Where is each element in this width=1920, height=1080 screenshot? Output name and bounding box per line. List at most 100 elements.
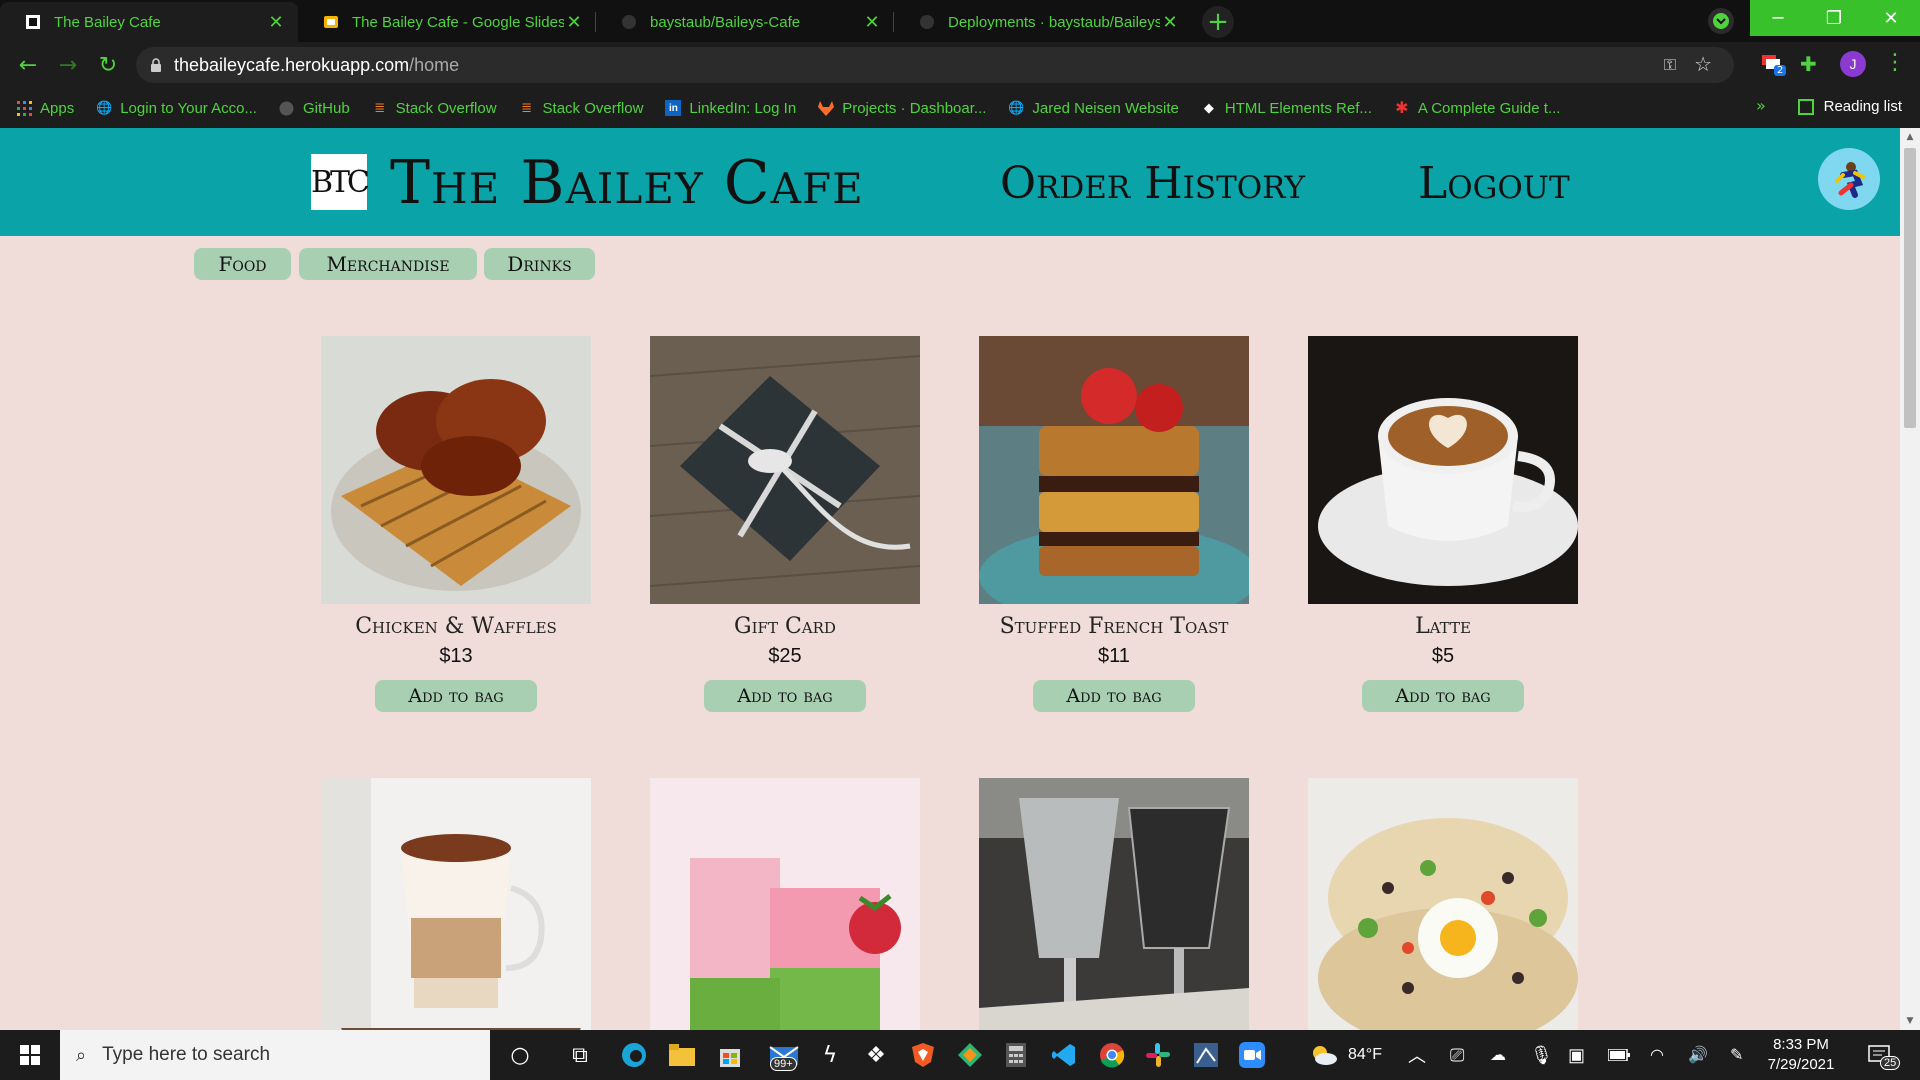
stuffed-french-toast-image[interactable]	[979, 336, 1249, 604]
page-scrollbar[interactable]: ▲ ▼	[1900, 128, 1920, 1030]
forward-button[interactable]: →	[48, 45, 88, 85]
bookmark-html-reference[interactable]: ◆ HTML Elements Ref...	[1201, 100, 1372, 117]
category-food-button[interactable]: Food	[194, 248, 291, 280]
meet-now-icon[interactable]: ⎚	[1450, 1030, 1464, 1080]
brave-browser-icon[interactable]	[905, 1037, 941, 1073]
nav-order-history[interactable]: Order History	[1000, 158, 1305, 209]
bookmark-complete-guide[interactable]: ✱ A Complete Guide t...	[1394, 100, 1560, 118]
add-to-bag-button[interactable]: Add to bag	[704, 680, 866, 712]
nav-logout[interactable]: Logout	[1418, 158, 1570, 209]
tab-google-slides[interactable]: The Bailey Cafe - Google Slides ✕	[298, 2, 596, 42]
bookmark-gitlab[interactable]: Projects · Dashboar...	[818, 100, 986, 117]
git-kraken-icon[interactable]	[952, 1037, 988, 1073]
microphone-icon[interactable]: 🎙	[1530, 1030, 1553, 1080]
bookmark-github[interactable]: GitHub	[279, 100, 350, 117]
bookmark-apps[interactable]: Apps	[16, 100, 74, 117]
minimize-button[interactable]: ─	[1750, 0, 1806, 36]
address-bar[interactable]: thebaileycafe.herokuapp.com/home ⚿ ☆	[136, 47, 1734, 83]
bookmark-jared-website[interactable]: 🌐 Jared Neisen Website	[1008, 100, 1179, 117]
add-to-bag-button[interactable]: Add to bag	[1033, 680, 1195, 712]
terminal-lightning-icon[interactable]: ϟ	[812, 1037, 848, 1073]
tab-github-repo[interactable]: baystaub/Baileys-Cafe ✕	[596, 2, 894, 42]
close-tab-icon[interactable]: ✕	[266, 12, 286, 33]
scrollbar-thumb[interactable]	[1904, 148, 1916, 428]
category-merchandise-button[interactable]: Merchandise	[299, 248, 477, 280]
bookmark-stackoverflow-2[interactable]: ≣ Stack Overflow	[519, 100, 643, 117]
sql-server-icon[interactable]	[1188, 1037, 1224, 1073]
store-icon[interactable]	[712, 1037, 748, 1073]
more-bookmarks-button[interactable]: »	[1756, 96, 1766, 115]
bookmark-linkedin[interactable]: in LinkedIn: Log In	[665, 100, 796, 117]
site-title[interactable]: The Bailey Cafe	[390, 148, 864, 218]
key-icon[interactable]: ⚿	[1664, 55, 1676, 75]
latte-image[interactable]	[1308, 336, 1578, 604]
product-card-latte: Latte $5 Add to bag	[1308, 336, 1578, 712]
onedrive-icon[interactable]: ☁	[1490, 1030, 1506, 1080]
user-avatar[interactable]	[1818, 148, 1880, 210]
chicken-waffles-image[interactable]	[321, 336, 591, 604]
battery-icon[interactable]	[1608, 1030, 1630, 1080]
browser-menu-icon[interactable]: ⋮	[1884, 50, 1906, 75]
close-tab-icon[interactable]: ✕	[1160, 12, 1180, 33]
gift-card-image[interactable]	[650, 336, 920, 604]
mail-icon[interactable]: 99+	[762, 1037, 806, 1073]
add-to-bag-button[interactable]: Add to bag	[1362, 680, 1524, 712]
layered-coffee-image[interactable]	[321, 778, 591, 1030]
category-drinks-button[interactable]: Drinks	[484, 248, 595, 280]
close-tab-icon[interactable]: ✕	[564, 12, 584, 33]
calculator-icon[interactable]	[998, 1037, 1034, 1073]
smoothie-image[interactable]	[650, 778, 920, 1030]
restore-button[interactable]: ❐	[1806, 0, 1862, 36]
slides-favicon-icon	[322, 13, 340, 31]
reload-button[interactable]: ↻	[88, 45, 128, 85]
stackoverflow-icon: ≣	[521, 100, 532, 115]
vscode-icon[interactable]	[1046, 1037, 1082, 1073]
reading-list-label: Reading list	[1823, 98, 1902, 115]
bookmarks-bar: Apps 🌐 Login to Your Acco... GitHub ≣ Stac…	[0, 88, 1920, 128]
breakfast-tacos-image[interactable]	[1308, 778, 1578, 1030]
chrome-icon[interactable]	[1094, 1037, 1130, 1073]
volume-icon[interactable]: 🔊	[1688, 1030, 1708, 1080]
file-explorer-icon[interactable]	[664, 1037, 700, 1073]
notification-center-button[interactable]: 25	[1868, 1030, 1901, 1080]
tab-search-button[interactable]	[1708, 8, 1734, 34]
profile-avatar[interactable]: J	[1840, 51, 1866, 77]
water-glasses-image[interactable]	[979, 778, 1249, 1030]
weather-widget[interactable]: 84°F	[1310, 1030, 1382, 1080]
wifi-icon[interactable]: ◠	[1650, 1030, 1664, 1080]
bookmark-stackoverflow-1[interactable]: ≣ Stack Overflow	[372, 100, 496, 117]
scroll-down-arrow-icon[interactable]: ▼	[1900, 1012, 1920, 1030]
start-button[interactable]	[0, 1030, 60, 1080]
close-tab-icon[interactable]: ✕	[862, 12, 882, 33]
puzzle-extensions-icon[interactable]: ✚	[1800, 52, 1817, 76]
bookmark-login[interactable]: 🌐 Login to Your Acco...	[96, 100, 257, 117]
reading-list-button[interactable]: Reading list	[1797, 98, 1902, 115]
tab-bailey-cafe[interactable]: The Bailey Cafe ✕	[0, 2, 298, 42]
url-path: /home	[409, 54, 460, 75]
dropbox-icon[interactable]: ❖	[858, 1037, 894, 1073]
show-hidden-icons-button[interactable]: ︿	[1408, 1030, 1426, 1080]
slack-icon[interactable]	[1140, 1037, 1176, 1073]
edge-browser-icon[interactable]	[616, 1037, 652, 1073]
new-tab-button[interactable]: +	[1202, 6, 1234, 38]
pen-workspace-icon[interactable]: ✎	[1730, 1030, 1743, 1080]
add-to-bag-button[interactable]: Add to bag	[375, 680, 537, 712]
mdn-icon: ◆	[1203, 100, 1214, 115]
task-view-icon[interactable]: ⧉	[562, 1037, 598, 1073]
tab-github-deployments[interactable]: Deployments · baystaub/Baileys-C ✕	[894, 2, 1192, 42]
bookmark-star-icon[interactable]: ☆	[1694, 52, 1712, 76]
extension-icon[interactable]: 2	[1762, 53, 1787, 77]
cortana-icon[interactable]: ○	[502, 1037, 538, 1073]
back-button[interactable]: ←	[8, 45, 48, 85]
tab-title: Deployments · baystaub/Baileys-C	[948, 13, 1160, 31]
product-card-row2-2	[650, 778, 920, 1030]
bookmark-label: Projects · Dashboar...	[842, 99, 987, 117]
browser-toolbar: ← → ↻ thebaileycafe.herokuapp.com/home ⚿…	[0, 42, 1920, 88]
screen-share-icon[interactable]: ▣	[1568, 1030, 1585, 1080]
site-logo[interactable]: BTC	[311, 154, 370, 210]
close-window-button[interactable]: ✕	[1862, 0, 1920, 36]
taskbar-clock[interactable]: 8:33 PM 7/29/2021	[1756, 1035, 1846, 1075]
scroll-up-arrow-icon[interactable]: ▲	[1900, 128, 1920, 146]
taskbar-search-box[interactable]: ⌕ Type here to search	[60, 1030, 490, 1080]
zoom-icon[interactable]	[1234, 1037, 1270, 1073]
